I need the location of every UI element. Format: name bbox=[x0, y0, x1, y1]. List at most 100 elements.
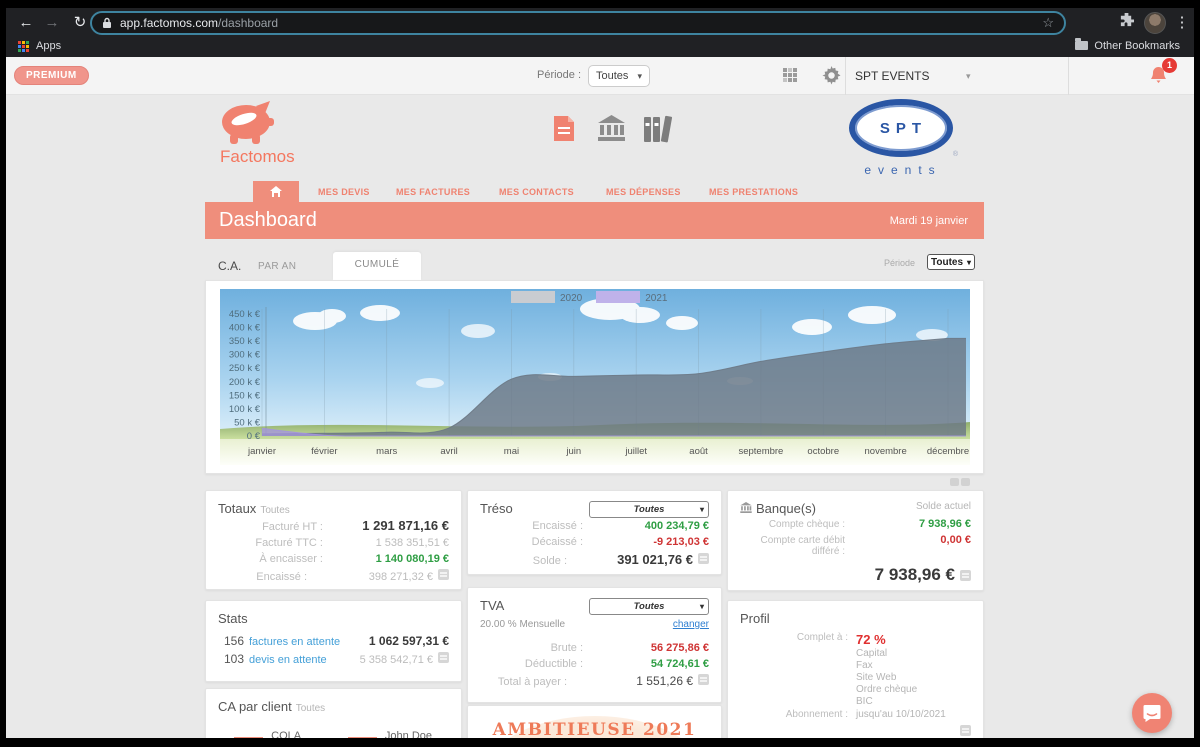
chat-launcher-button[interactable] bbox=[1132, 693, 1172, 733]
tab-cumule[interactable]: CUMULÉ bbox=[333, 252, 421, 280]
bank-icon bbox=[740, 502, 752, 513]
card-objectif: AMBITIEUSE 2021 bbox=[467, 705, 722, 738]
devis-en-attente-link[interactable]: devis en attente bbox=[249, 654, 327, 666]
chevron-down-icon: ▾ bbox=[699, 505, 704, 514]
extensions-puzzle-icon[interactable] bbox=[1114, 11, 1138, 35]
client-legend-johndoe[interactable]: John Doe SARL bbox=[347, 730, 449, 738]
svg-text:250 k €: 250 k € bbox=[229, 363, 261, 374]
card-title: Tréso bbox=[480, 501, 513, 516]
mini-stats-icon[interactable] bbox=[960, 725, 971, 736]
card-treso: Tréso Toutes ▾ Encaissé :400 234,79 € Déc… bbox=[467, 490, 722, 575]
lock-icon bbox=[102, 17, 112, 29]
divider bbox=[845, 57, 846, 95]
archives-icon[interactable] bbox=[643, 115, 673, 148]
treso-decaisse-value: -9 213,03 € bbox=[653, 536, 709, 548]
back-icon[interactable]: ← bbox=[14, 11, 38, 35]
reload-icon[interactable]: ↻ bbox=[68, 11, 92, 35]
address-bar[interactable]: app.factomos.com/dashboard ☆ bbox=[90, 11, 1066, 35]
tva-scope-select[interactable]: Toutes ▾ bbox=[589, 598, 709, 615]
company-chevron-icon[interactable]: ▾ bbox=[966, 71, 971, 82]
client-logo: SPT ® events bbox=[842, 99, 960, 177]
tva-change-link[interactable]: changer bbox=[673, 619, 709, 630]
forward-icon[interactable]: → bbox=[40, 11, 64, 35]
factures-en-attente-link[interactable]: factures en attente bbox=[249, 636, 340, 648]
card-ca-par-client: CA par clientToutes COLA COLA John Doe S… bbox=[205, 688, 462, 738]
solde-actuel-label: Solde actuel bbox=[915, 501, 971, 512]
legend-item-2021[interactable]: 2021 bbox=[596, 291, 668, 304]
app-viewport: PREMIUM Période : Toutes ▾ SPT EVENTS ▾ 1 bbox=[6, 57, 1194, 738]
bookmark-star-icon[interactable]: ☆ bbox=[1042, 15, 1054, 31]
documents-icon[interactable] bbox=[553, 115, 575, 147]
tab-mes-depenses[interactable]: MES DÉPENSES bbox=[606, 187, 681, 197]
app-header: PREMIUM Période : Toutes ▾ SPT EVENTS ▾ 1 bbox=[6, 57, 1194, 95]
cumulative-revenue-chart[interactable]: janvier février mars avril mai juin juillet aoû… bbox=[220, 289, 970, 465]
bank-icon[interactable] bbox=[598, 115, 625, 146]
svg-text:0 €: 0 € bbox=[247, 431, 261, 442]
settings-gear-icon[interactable] bbox=[822, 66, 841, 90]
banques-total-value: 7 938,96 € bbox=[740, 565, 971, 585]
tab-par-an[interactable]: PAR AN bbox=[258, 261, 296, 272]
chevron-down-icon: ▾ bbox=[966, 257, 971, 267]
tab-home[interactable] bbox=[253, 181, 299, 202]
tab-mes-prestations[interactable]: MES PRESTATIONS bbox=[709, 187, 798, 197]
browser-menu-icon[interactable]: ⋮ bbox=[1170, 11, 1194, 35]
profil-complete-value: 72 % bbox=[856, 632, 886, 647]
tva-deductible-value: 54 724,61 € bbox=[650, 658, 709, 670]
mini-stats-icon[interactable] bbox=[698, 674, 709, 685]
card-title: Profil bbox=[740, 611, 770, 626]
chevron-down-icon: ▾ bbox=[637, 70, 642, 81]
card-banques: Banque(s) Solde actuel Compte chèque :7 … bbox=[727, 490, 984, 591]
chart-periode-select[interactable]: Toutes ▾ bbox=[927, 254, 975, 270]
browser-toolbar: ← → ↻ app.factomos.com/dashboard ☆ ⋮ bbox=[6, 8, 1194, 38]
profil-missing-list: Capital Fax Site Web Ordre chèque BIC bbox=[856, 648, 918, 707]
compte-cheque-value: 7 938,96 € bbox=[919, 518, 971, 530]
svg-text:septembre: septembre bbox=[738, 446, 783, 457]
layout-drag-handle[interactable] bbox=[950, 478, 970, 486]
tab-mes-devis[interactable]: MES DEVIS bbox=[318, 187, 370, 197]
apps-grid-icon[interactable] bbox=[18, 41, 30, 53]
legend-swatch-2021 bbox=[596, 291, 641, 303]
mini-stats-icon[interactable] bbox=[438, 652, 449, 663]
folder-icon bbox=[1075, 38, 1089, 50]
goal-title: AMBITIEUSE 2021 bbox=[492, 720, 697, 738]
devis-count: 103 bbox=[223, 652, 244, 666]
chart-periode-label: Période bbox=[884, 258, 916, 268]
card-title: Totaux bbox=[218, 501, 257, 516]
card-profil: Profil Complet à : 72 % Capital Fax Site… bbox=[727, 600, 984, 738]
registered-mark: ® bbox=[952, 151, 958, 158]
factomos-pig-logo[interactable] bbox=[218, 98, 276, 151]
a-encaisser-value: 1 140 080,19 € bbox=[375, 553, 449, 565]
notification-badge[interactable]: 1 bbox=[1162, 58, 1177, 73]
legend-swatch bbox=[347, 737, 377, 738]
encaisse-value: 398 271,32 € bbox=[368, 571, 433, 583]
brand-name[interactable]: Factomos bbox=[220, 147, 295, 167]
modules-grid-icon[interactable] bbox=[783, 68, 799, 84]
card-totaux: Totaux Toutes Facturé HT :1 291 871,16 € … bbox=[205, 490, 462, 590]
profile-avatar[interactable] bbox=[1144, 12, 1166, 34]
premium-badge: PREMIUM bbox=[14, 66, 89, 85]
other-bookmarks[interactable]: Other Bookmarks bbox=[1075, 38, 1180, 52]
periode-select[interactable]: Toutes ▾ bbox=[588, 65, 650, 87]
browser-chrome: ← → ↻ app.factomos.com/dashboard ☆ ⋮ App… bbox=[6, 8, 1194, 57]
tab-mes-factures[interactable]: MES FACTURES bbox=[396, 187, 470, 197]
treso-solde-value: 391 021,76 € bbox=[617, 552, 693, 567]
tab-mes-contacts[interactable]: MES CONTACTS bbox=[499, 187, 574, 197]
mini-stats-icon[interactable] bbox=[438, 569, 449, 580]
svg-text:450 k €: 450 k € bbox=[229, 309, 261, 320]
screenshot-root: ← → ↻ app.factomos.com/dashboard ☆ ⋮ App… bbox=[0, 0, 1200, 747]
treso-scope-select[interactable]: Toutes ▾ bbox=[589, 501, 709, 518]
mini-stats-icon[interactable] bbox=[698, 553, 709, 564]
svg-text:juin: juin bbox=[565, 446, 581, 457]
apps-shortcut[interactable]: Apps bbox=[36, 40, 61, 52]
legend-item-2020[interactable]: 2020 bbox=[511, 291, 582, 304]
company-name[interactable]: SPT EVENTS bbox=[855, 69, 929, 83]
facture-ttc-value: 1 538 351,51 € bbox=[375, 537, 449, 549]
mini-stats-icon[interactable] bbox=[960, 570, 971, 581]
svg-text:350 k €: 350 k € bbox=[229, 336, 261, 347]
facture-ht-value: 1 291 871,16 € bbox=[362, 518, 449, 533]
card-title: CA par client bbox=[218, 699, 292, 714]
svg-text:juillet: juillet bbox=[624, 446, 647, 457]
tva-rate-label: 20.00 % Mensuelle bbox=[480, 619, 566, 630]
client-legend-cola[interactable]: COLA COLA bbox=[234, 730, 322, 738]
spt-logo-ellipse: SPT bbox=[849, 99, 953, 157]
